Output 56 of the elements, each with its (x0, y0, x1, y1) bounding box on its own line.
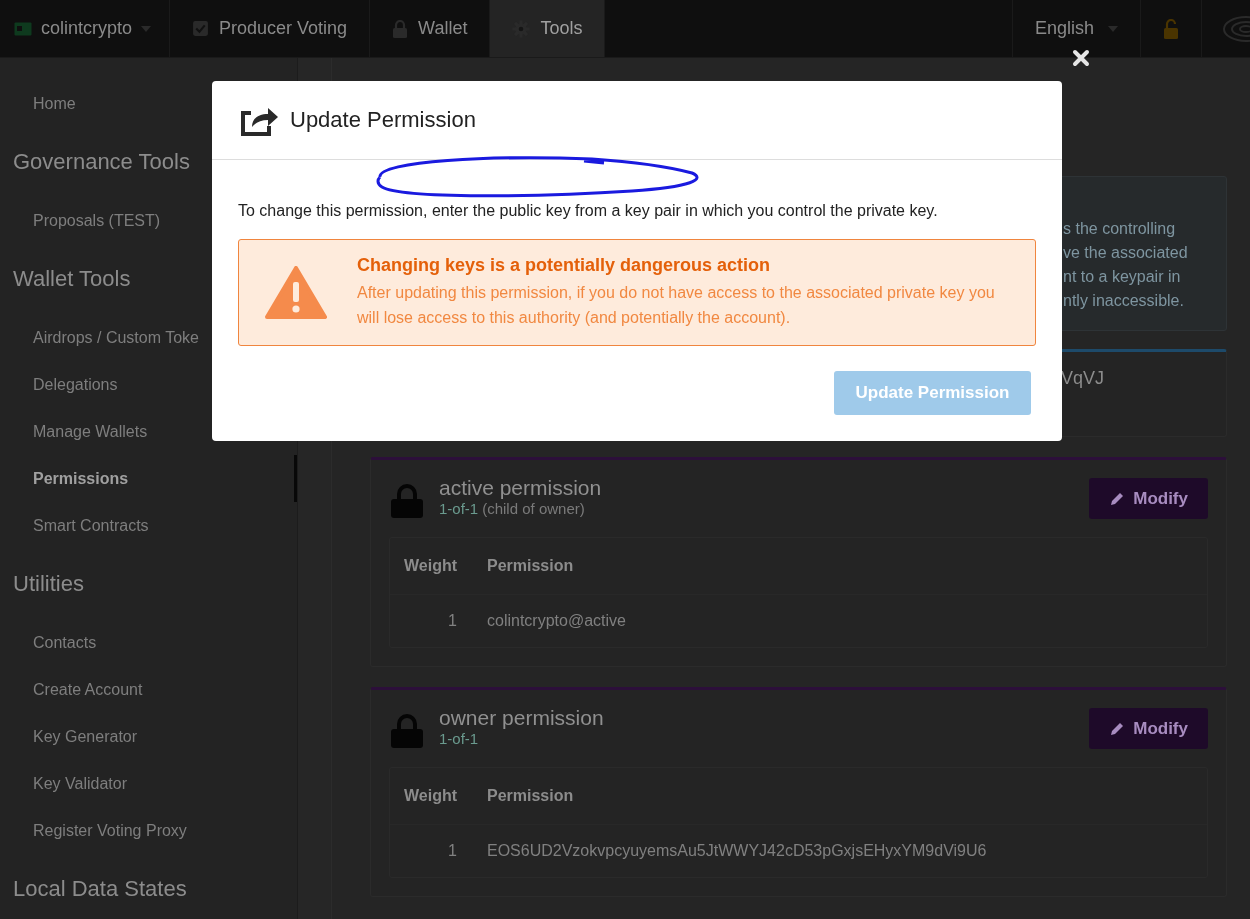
lock-icon (391, 484, 423, 518)
sidebar-item[interactable]: Permissions (0, 455, 297, 502)
threshold-text: 1-of-1 (439, 500, 479, 517)
sidebar-heading: Governance Tools (13, 149, 190, 175)
weight-cell-text: 1 (447, 842, 458, 860)
sidebar-item[interactable]: Register Voting Proxy (0, 807, 297, 854)
pencil-icon (1109, 490, 1126, 507)
column-header: Weight (403, 787, 459, 805)
column-header: Weight (403, 557, 459, 575)
lock-icon (391, 714, 423, 748)
info-text: ve the associated (1063, 243, 1189, 263)
pencil-icon (1109, 720, 1126, 737)
id-card-icon (14, 21, 32, 36)
info-text: nt to a keypair in (1063, 267, 1182, 287)
swirl-logo-icon (1222, 13, 1250, 44)
language-select[interactable]: English (1011, 0, 1141, 57)
column-header: Permission (486, 557, 575, 575)
parent-text: (child of owner) (482, 500, 585, 517)
sidebar-heading: Wallet Tools (13, 266, 131, 292)
nav-tab[interactable]: Producer Voting (170, 0, 371, 57)
sidebar-heading: Utilities (13, 571, 84, 597)
sidebar-item[interactable]: Key Validator (0, 760, 297, 807)
permission-cell-text: EOS6UD2VzokvpcyuyemsAu5JtWWYJ42cD53pGxjsEHyxYM9dVi9U6 (486, 842, 988, 860)
permission-title: owner permission (439, 706, 605, 730)
sidebar-item[interactable]: Contacts (0, 619, 297, 666)
warning-icon (265, 265, 327, 320)
instruction-text: To change this permission, enter the public key from a key pair in which you control the private key. (238, 202, 939, 220)
sidebar-item[interactable]: Manage Wallets (0, 408, 297, 455)
unlock-icon (1163, 18, 1179, 39)
close-icon[interactable] (1072, 49, 1090, 67)
dialog-title: Update Permission (290, 107, 476, 133)
checkbox-icon (192, 20, 209, 37)
warning-title: Changing keys is a potentially dangerous action (357, 255, 772, 276)
account-name: colintcrypto (41, 18, 133, 39)
permission-title: active permission (439, 476, 603, 500)
sidebar-item[interactable]: Create Account (0, 666, 297, 713)
nav-tab[interactable]: Tools (490, 0, 606, 57)
sidebar-item[interactable]: Delegations (0, 361, 297, 408)
info-text: ntly inaccessible. (1063, 291, 1185, 311)
modify-button[interactable]: Modify (1089, 708, 1208, 749)
column-header: Permission (486, 787, 575, 805)
modify-button[interactable]: Modify (1089, 478, 1208, 519)
info-text: s the controlling (1063, 219, 1177, 239)
threshold-text: 1-of-1 (439, 730, 479, 747)
key-text: VqVJ (1060, 368, 1104, 390)
weight-cell-text: 1 (447, 612, 458, 630)
account-menu[interactable]: colintcrypto (0, 0, 170, 57)
caret-icon (141, 25, 152, 32)
warning-text: After updating this permission, if you do not have access to the associated private key you will lose access to this authority (and potentially the account). (357, 283, 996, 328)
sidebar-heading: Local Data States (13, 876, 187, 902)
sidebar-item[interactable]: Airdrops / Custom Toke (0, 314, 297, 361)
sidebar-item[interactable]: Smart Contracts (0, 502, 297, 549)
sidebar-item[interactable]: Key Generator (0, 713, 297, 760)
caret-icon (1108, 25, 1118, 32)
permission-cell-text: colintcrypto@active (486, 612, 627, 630)
lock-icon (392, 19, 409, 38)
